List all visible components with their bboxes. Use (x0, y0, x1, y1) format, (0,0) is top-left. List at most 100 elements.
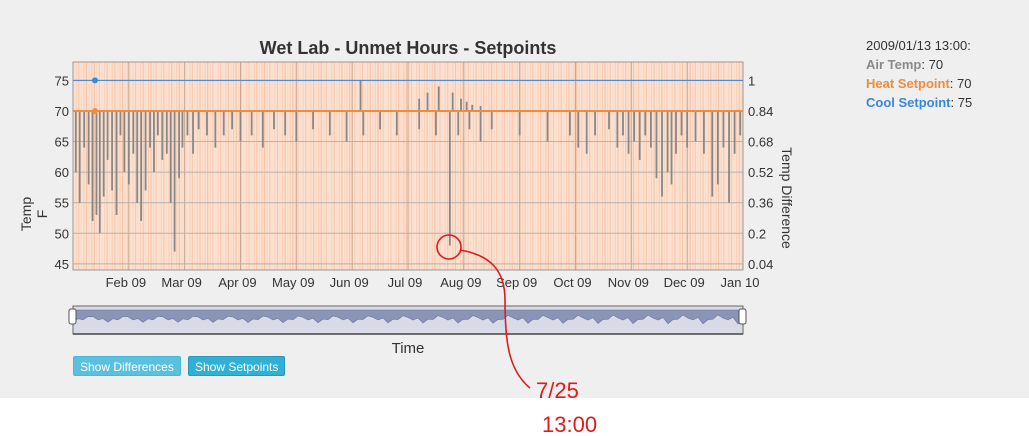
air-temp-bar (312, 110, 314, 130)
heat-shade-stripe (436, 62, 438, 270)
air-temp-bar (518, 110, 521, 136)
heat-shade-stripe (191, 62, 193, 270)
heat-shade-stripe (558, 62, 560, 270)
heat-shade-stripe (614, 62, 616, 270)
heat-shade-stripe (679, 62, 681, 270)
air-temp-bar (345, 110, 348, 142)
air-temp-bar (633, 110, 636, 142)
heat-shade-stripe (650, 62, 653, 270)
y-right-tick-label: 0.2 (748, 226, 766, 241)
heat-shade-stripe (248, 62, 250, 270)
air-temp-bar (136, 110, 139, 203)
air-temp-bar (178, 110, 180, 179)
y-right-tick-label: 0.52 (748, 165, 773, 180)
heat-shade-stripe (284, 62, 286, 270)
air-temp-bar (186, 110, 189, 136)
readout-timestamp: 2009/01/13 13:00: (866, 38, 971, 53)
air-temp-bar (418, 110, 421, 130)
heat-setpoint-marker (92, 107, 98, 114)
heat-shade-stripe (423, 62, 426, 270)
y-right-tick-label: 0.68 (748, 135, 773, 150)
heat-shade-stripe (472, 62, 475, 270)
heat-shade-stripe (338, 62, 340, 270)
air-temp-bar (739, 110, 742, 136)
heat-shade-stripe (274, 62, 276, 270)
heat-shade-stripe (478, 62, 480, 270)
air-temp-bar (284, 110, 287, 136)
heat-shade-stripe (253, 62, 255, 270)
x-tick-label: May 09 (272, 275, 315, 290)
heat-shade-stripe (122, 62, 124, 270)
navigator-handle-right[interactable] (738, 308, 747, 325)
heat-shade-stripe (705, 62, 707, 270)
heat-shade-stripe (681, 62, 684, 270)
heat-shade-stripe (674, 62, 676, 270)
heat-shade-stripe (460, 62, 462, 270)
heat-shade-stripe (581, 62, 583, 270)
navigator-handle-left[interactable] (68, 308, 77, 325)
heat-shade-stripe (212, 62, 214, 270)
air-temp-bar (448, 110, 451, 246)
air-temp-bar (165, 110, 168, 154)
heat-shade-stripe (689, 62, 691, 270)
heat-shade-stripe (287, 62, 289, 270)
air-temp-bar (74, 110, 77, 173)
heat-shade-stripe (607, 62, 609, 270)
air-temp-bar (119, 110, 122, 136)
show-setpoints-button[interactable]: Show Setpoints (188, 356, 286, 376)
air-temp-bar (577, 110, 580, 148)
y-tick-label: 45 (55, 257, 69, 272)
heat-shade-stripe (263, 62, 266, 270)
heat-shade-stripe (315, 62, 317, 270)
air-temp-bar (106, 110, 109, 160)
air-temp-bar (161, 110, 164, 160)
air-temp-bar (716, 110, 719, 185)
air-temp-bar (359, 80, 362, 111)
heat-shade-stripe (232, 62, 235, 270)
heat-shade-stripe (555, 62, 557, 270)
heat-shade-stripe (653, 62, 655, 270)
heat-shade-stripe (217, 62, 219, 270)
heat-shade-stripe (343, 62, 346, 270)
air-temp-bar (655, 110, 658, 179)
heat-shade-stripe (413, 62, 415, 270)
y-tick-label: 75 (55, 73, 69, 88)
heat-shade-stripe (320, 62, 322, 270)
heat-shade-stripe (261, 62, 263, 270)
heat-shade-stripe (692, 62, 694, 270)
x-tick-label: Feb 09 (106, 275, 146, 290)
heat-shade-stripe (516, 62, 518, 270)
heat-shade-stripe (537, 62, 539, 270)
air-temp-bar (91, 110, 94, 222)
air-temp-bar (703, 110, 705, 154)
heat-shade-stripe (733, 62, 735, 270)
air-temp-bar (83, 110, 86, 148)
heat-shade-stripe (281, 62, 284, 270)
air-temp-bar (169, 110, 172, 203)
air-temp-bar (451, 92, 454, 111)
heat-shade-stripe (129, 62, 131, 270)
air-temp-bar (87, 110, 90, 185)
readout-cool-setpoint: Cool Setpoint: 75 (866, 93, 972, 112)
air-temp-bar (144, 110, 147, 191)
heat-shade-stripe (364, 62, 366, 270)
heat-shade-stripe (176, 62, 178, 270)
air-temp-bar (250, 110, 253, 136)
heat-shade-stripe (542, 62, 544, 270)
heat-shade-stripe (276, 62, 279, 270)
heat-shade-stripe (227, 62, 229, 270)
heat-shade-stripe (93, 62, 95, 270)
show-differences-button[interactable]: Show Differences (73, 356, 181, 376)
air-temp-bar (273, 110, 275, 130)
heat-shade-stripe (490, 62, 493, 270)
air-temp-bar (465, 101, 468, 111)
air-temp-bar (594, 110, 596, 136)
heat-shade-stripe (106, 62, 108, 270)
heat-shade-stripe (568, 62, 570, 270)
y-right-tick-label: 1 (748, 73, 755, 88)
heat-shade-stripe (576, 62, 578, 270)
y-tick-label: 55 (55, 196, 69, 211)
x-tick-label: Jan 10 (720, 275, 759, 290)
heat-shade-stripe (214, 62, 217, 270)
air-temp-bar (149, 110, 151, 148)
